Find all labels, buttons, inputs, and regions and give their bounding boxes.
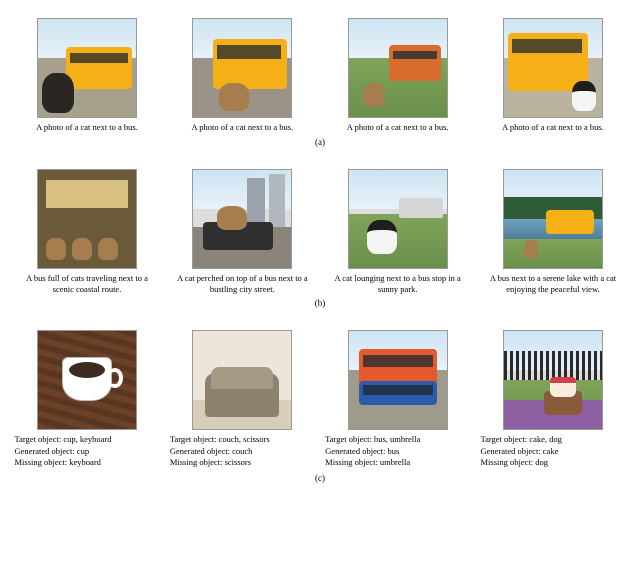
row-b: A bus full of cats traveling next to a s… [12, 169, 628, 294]
image-cake [503, 330, 603, 430]
figure-b-2: A cat perched on top of a bus next to a … [167, 169, 317, 294]
image-cat-bus-1 [37, 18, 137, 118]
image-cat-bus-city [192, 169, 292, 269]
figure-b-3: A cat lounging next to a bus stop in a s… [323, 169, 473, 294]
figure-a-2: A photo of a cat next to a bus. [167, 18, 317, 133]
row-label-b: (b) [12, 298, 628, 308]
figure-c-4: Target object: cake, dog Generated objec… [478, 330, 628, 468]
row-c: Target object: cup, keyboard Generated o… [12, 330, 628, 468]
caption-c-1: Target object: cup, keyboard Generated o… [15, 434, 160, 468]
caption-b-3: A cat lounging next to a bus stop in a s… [325, 273, 470, 294]
image-cat-bus-park [348, 169, 448, 269]
caption-a-4: A photo of a cat next to a bus. [480, 122, 625, 133]
caption-a-3: A photo of a cat next to a bus. [325, 122, 470, 133]
row-a: A photo of a cat next to a bus. A photo … [12, 18, 628, 133]
caption-b-4: A bus next to a serene lake with a cat e… [480, 273, 625, 294]
caption-c-2: Target object: couch, scissors Generated… [170, 434, 315, 468]
image-bus-cats-coast [37, 169, 137, 269]
row-label-a: (a) [12, 137, 628, 147]
caption-c-3: Target object: bus, umbrella Generated o… [325, 434, 470, 468]
figure-c-1: Target object: cup, keyboard Generated o… [12, 330, 162, 468]
image-cat-bus-4 [503, 18, 603, 118]
image-couch [192, 330, 292, 430]
image-bus [348, 330, 448, 430]
image-cat-bus-3 [348, 18, 448, 118]
image-cup [37, 330, 137, 430]
caption-b-2: A cat perched on top of a bus next to a … [170, 273, 315, 294]
caption-a-1: A photo of a cat next to a bus. [15, 122, 160, 133]
figure-c-2: Target object: couch, scissors Generated… [167, 330, 317, 468]
figure-b-4: A bus next to a serene lake with a cat e… [478, 169, 628, 294]
figure-b-1: A bus full of cats traveling next to a s… [12, 169, 162, 294]
caption-b-1: A bus full of cats traveling next to a s… [15, 273, 160, 294]
figure-a-3: A photo of a cat next to a bus. [323, 18, 473, 133]
caption-c-4: Target object: cake, dog Generated objec… [480, 434, 625, 468]
figure-a-4: A photo of a cat next to a bus. [478, 18, 628, 133]
figure-a-1: A photo of a cat next to a bus. [12, 18, 162, 133]
row-label-c: (c) [12, 473, 628, 483]
caption-a-2: A photo of a cat next to a bus. [170, 122, 315, 133]
image-cat-bus-2 [192, 18, 292, 118]
figure-c-3: Target object: bus, umbrella Generated o… [323, 330, 473, 468]
image-bus-lake-cat [503, 169, 603, 269]
